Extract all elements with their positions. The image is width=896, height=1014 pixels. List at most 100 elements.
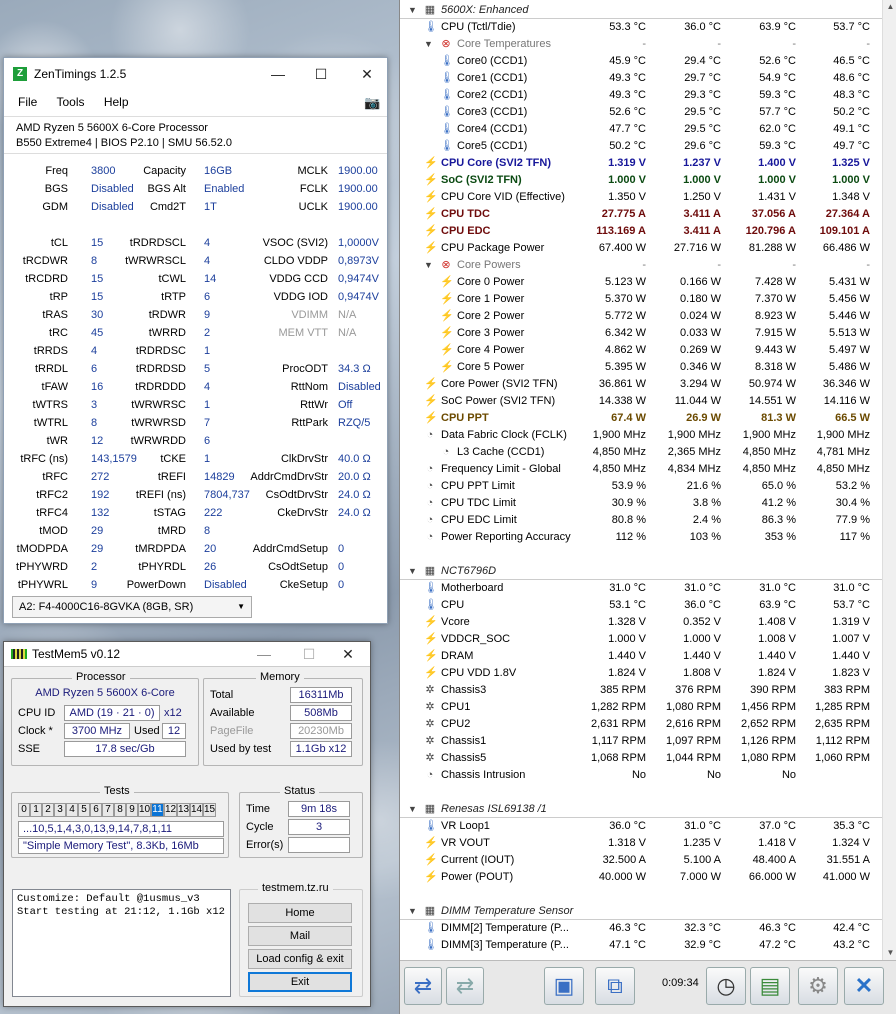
sensor-row[interactable]: 🌡 CPU (Tctl/Tdie) 53.3 °C 36.0 °C 63.9 °C 53.… <box>400 19 882 36</box>
sensor-group-header[interactable]: ▼ ▦ 5600X: Enhanced <box>400 2 882 19</box>
load-config-exit-button[interactable]: Load config & exit <box>248 949 352 969</box>
sensor-row[interactable]: ⚡ SoC (SVI2 TFN) 1.000 V 1.000 V 1.000 V 1.00… <box>400 172 882 189</box>
min-value: - <box>717 38 721 50</box>
sensor-row[interactable]: ✲ CPU1 1,282 RPM 1,080 RPM 1,456 RPM 1,285 RP… <box>400 699 882 716</box>
log-add-icon[interactable]: ▤ <box>750 967 790 1005</box>
minimize-icon[interactable]: — <box>254 644 274 664</box>
menu-tools[interactable]: Tools <box>56 95 84 109</box>
sensor-row[interactable]: ◔ Chassis Intrusion No No No <box>400 767 882 784</box>
clock-icon: ◔ <box>442 446 450 458</box>
sensor-row[interactable]: 🌡 Core3 (CCD1) 52.6 °C 29.5 °C 57.7 °C 50.2 °… <box>400 104 882 121</box>
sensor-row[interactable]: ⚡ VR VOUT 1.318 V 1.235 V 1.418 V 1.324 V <box>400 835 882 852</box>
sensor-row[interactable]: ⚡ Core 3 Power 6.342 W 0.033 W 7.915 W 5.513 … <box>400 325 882 342</box>
sensor-row[interactable]: ⚡ CPU Core VID (Effective) 1.350 V 1.250 V 1… <box>400 189 882 206</box>
log-output[interactable]: Customize: Default @1usmus_v3 Start test… <box>12 889 231 997</box>
screenshot-camera-icon[interactable]: 📷 <box>364 95 380 111</box>
maximize-icon[interactable]: ☐ <box>299 644 319 664</box>
sensor-row[interactable]: ⚡ SoC Power (SVI2 TFN) 14.338 W 11.044 W 14.… <box>400 393 882 410</box>
sensor-row[interactable]: 🌡 Core5 (CCD1) 50.2 °C 29.6 °C 59.3 °C 49.7 °… <box>400 138 882 155</box>
max-value: 1.440 V <box>758 650 796 662</box>
timing-value: 4 <box>204 381 211 393</box>
sensor-row[interactable]: ⚡ Current (IOUT) 32.500 A 5.100 A 48.400 A 31… <box>400 852 882 869</box>
sensor-row[interactable]: ⚡ Core Power (SVI2 TFN) 36.861 W 3.294 W 50.… <box>400 376 882 393</box>
sensor-row[interactable]: 🌡 DIMM[2] Temperature (P... 46.3 °C 32.3 °C… <box>400 920 882 937</box>
monitor-icon[interactable]: ▣ <box>544 967 584 1005</box>
sensor-row[interactable]: ⚡ VDDCR_SOC 1.000 V 1.000 V 1.008 V 1.007 V <box>400 631 882 648</box>
sensor-row[interactable]: ✲ Chassis1 1,117 RPM 1,097 RPM 1,126 RPM 1,11… <box>400 733 882 750</box>
sensor-row[interactable]: ◔ CPU EDC Limit 80.8 % 2.4 % 86.3 % 77.9 % <box>400 512 882 529</box>
minimize-icon[interactable]: — <box>268 64 288 84</box>
sensor-row[interactable]: ⚡ CPU PPT 67.4 W 26.9 W 81.3 W 66.5 W <box>400 410 882 427</box>
sensor-row[interactable]: ✲ CPU2 2,631 RPM 2,616 RPM 2,652 RPM 2,635 RP… <box>400 716 882 733</box>
sensor-list[interactable]: ▼ ▦ 5600X: Enhanced 🌡 CPU (Tctl/Tdie) 53.3 °C… <box>400 0 882 960</box>
sensor-group-header[interactable]: ▼ ▦ NCT6796D <box>400 563 882 580</box>
home-button[interactable]: Home <box>248 903 352 923</box>
expand-toggle-icon[interactable]: ▼ <box>408 563 418 580</box>
sensor-row[interactable]: ◔ Frequency Limit - Global 4,850 MHz 4,834 … <box>400 461 882 478</box>
sensor-row[interactable]: ⚡ Core 5 Power 5.395 W 0.346 W 8.318 W 5.486 … <box>400 359 882 376</box>
sensor-group-header[interactable]: ▼ ▦ DIMM Temperature Sensor <box>400 903 882 920</box>
sensor-row[interactable]: ◔ Power Reporting Accuracy 112 % 103 % 353 %… <box>400 529 882 546</box>
sensor-row[interactable]: 🌡 Motherboard 31.0 °C 31.0 °C 31.0 °C 31.0 °C <box>400 580 882 597</box>
sensor-group-header[interactable]: ▼ ▦ Renesas ISL69138 /1 <box>400 801 882 818</box>
sensor-row[interactable]: ⚡ CPU TDC 27.775 A 3.411 A 37.056 A 27.364 A <box>400 206 882 223</box>
sensor-row[interactable]: ⚡ CPU Package Power 67.400 W 27.716 W 81.288… <box>400 240 882 257</box>
sensor-row[interactable]: ⚡ DRAM 1.440 V 1.440 V 1.440 V 1.440 V <box>400 648 882 665</box>
expand-toggle-icon[interactable]: ▼ <box>408 801 418 818</box>
expand-toggle-icon[interactable]: ▼ <box>408 2 418 19</box>
sensor-row[interactable]: 🌡 DIMM[3] Temperature (P... 47.1 °C 32.9 °C… <box>400 937 882 954</box>
mail-button[interactable]: Mail <box>248 926 352 946</box>
sensor-list-scrollbar[interactable]: ▲ ▼ <box>882 0 896 960</box>
prev-arrows-icon[interactable]: ⇄ <box>404 967 442 1005</box>
sensor-row[interactable]: ✲ Chassis5 1,068 RPM 1,044 RPM 1,080 RPM 1,06… <box>400 750 882 767</box>
current-value: 14.338 W <box>598 395 646 407</box>
network-icon[interactable]: ⧉ <box>595 967 635 1005</box>
sensor-row[interactable]: ▼ ⊗ Core Temperatures - - - - <box>400 36 882 53</box>
close-x-icon[interactable]: ✕ <box>844 967 884 1005</box>
expand-toggle-icon[interactable]: ▼ <box>424 257 434 274</box>
max-value: 66.000 W <box>748 871 796 883</box>
avg-value: 1.319 V <box>832 616 870 628</box>
sensor-row[interactable]: ⚡ Vcore 1.328 V 0.352 V 1.408 V 1.319 V <box>400 614 882 631</box>
sensor-row[interactable]: ◔ L3 Cache (CCD1) 4,850 MHz 2,365 MHz 4,850 … <box>400 444 882 461</box>
sensor-row[interactable]: 🌡 CPU 53.1 °C 36.0 °C 63.9 °C 53.7 °C <box>400 597 882 614</box>
sensor-row[interactable]: ◔ CPU PPT Limit 53.9 % 21.6 % 65.0 % 53.2 % <box>400 478 882 495</box>
close-icon[interactable]: ✕ <box>338 644 358 664</box>
menu-file[interactable]: File <box>18 95 37 109</box>
current-value: 53.3 °C <box>609 21 646 33</box>
sensor-row[interactable]: ▼ ⊗ Core Powers - - - - <box>400 257 882 274</box>
memory-module-select[interactable]: A2: F4-4000C16-8GVKA (8GB, SR) ▼ <box>12 596 252 618</box>
sensor-row[interactable]: 🌡 Core2 (CCD1) 49.3 °C 29.3 °C 59.3 °C 48.3 °… <box>400 87 882 104</box>
zentimings-titlebar[interactable]: Z ZenTimings 1.2.5 — ☐ ✕ <box>4 58 387 90</box>
timing-label: UCLK <box>298 201 328 213</box>
sensor-row[interactable]: 🌡 Core4 (CCD1) 47.7 °C 29.5 °C 62.0 °C 49.1 °… <box>400 121 882 138</box>
scroll-up-icon[interactable]: ▲ <box>883 0 896 14</box>
sensor-row[interactable]: ✲ Chassis3 385 RPM 376 RPM 390 RPM 383 RPM <box>400 682 882 699</box>
exit-button[interactable]: Exit <box>248 972 352 992</box>
min-value: 32.3 °C <box>684 922 721 934</box>
sensor-row[interactable]: ⚡ CPU VDD 1.8V 1.824 V 1.808 V 1.824 V 1.823 … <box>400 665 882 682</box>
testmem5-titlebar[interactable]: TestMem5 v0.12 — ☐ ✕ <box>4 642 370 667</box>
scroll-down-icon[interactable]: ▼ <box>883 946 896 960</box>
sensor-row[interactable]: ⚡ Power (POUT) 40.000 W 7.000 W 66.000 W 41.0… <box>400 869 882 886</box>
clock-reset-icon[interactable]: ◷ <box>706 967 746 1005</box>
sensor-row[interactable]: 🌡 VR Loop1 36.0 °C 31.0 °C 37.0 °C 35.3 °C <box>400 818 882 835</box>
sensor-row[interactable]: ◔ CPU TDC Limit 30.9 % 3.8 % 41.2 % 30.4 % <box>400 495 882 512</box>
sensor-row[interactable]: ◔ Data Fabric Clock (FCLK) 1,900 MHz 1,900 … <box>400 427 882 444</box>
sensor-row[interactable]: ⚡ Core 1 Power 5.370 W 0.180 W 7.370 W 5.456 … <box>400 291 882 308</box>
close-icon[interactable]: ✕ <box>357 64 377 84</box>
settings-gear-icon[interactable]: ⚙ <box>798 967 838 1005</box>
maximize-icon[interactable]: ☐ <box>311 64 331 84</box>
sensor-name: Chassis Intrusion <box>441 769 526 781</box>
sensor-row[interactable]: ⚡ Core 2 Power 5.772 W 0.024 W 8.923 W 5.446 … <box>400 308 882 325</box>
sensor-row[interactable]: 🌡 Core1 (CCD1) 49.3 °C 29.7 °C 54.9 °C 48.6 °… <box>400 70 882 87</box>
expand-toggle-icon[interactable]: ▼ <box>408 903 418 920</box>
expand-toggle-icon[interactable]: ▼ <box>424 36 434 53</box>
sensor-row[interactable]: ⚡ CPU Core (SVI2 TFN) 1.319 V 1.237 V 1.400 … <box>400 155 882 172</box>
sensor-row[interactable]: ⚡ Core 4 Power 4.862 W 0.269 W 9.443 W 5.497 … <box>400 342 882 359</box>
sensor-row[interactable]: ⚡ CPU EDC 113.169 A 3.411 A 120.796 A 109.101… <box>400 223 882 240</box>
menu-help[interactable]: Help <box>104 95 129 109</box>
next-arrows-icon[interactable]: ⇄ <box>446 967 484 1005</box>
sensor-row[interactable]: 🌡 Core0 (CCD1) 45.9 °C 29.4 °C 52.6 °C 46.5 °… <box>400 53 882 70</box>
sensor-row[interactable]: ⚡ Core 0 Power 5.123 W 0.166 W 7.428 W 5.431 … <box>400 274 882 291</box>
